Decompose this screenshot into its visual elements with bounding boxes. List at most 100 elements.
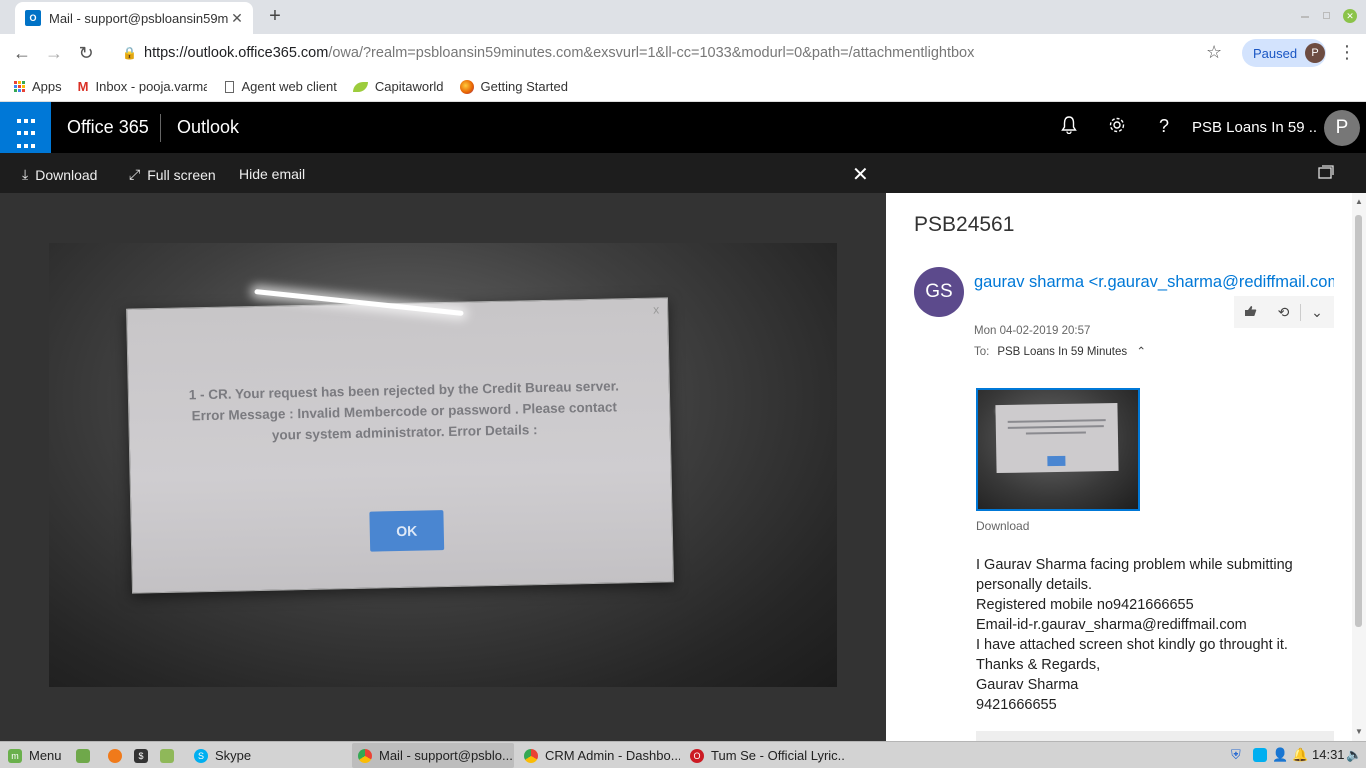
suite-title[interactable]: Office 365 [67, 117, 149, 138]
back-button[interactable]: ← [10, 42, 34, 64]
reload-button[interactable]: ↻ [74, 42, 98, 64]
like-icon[interactable] [1234, 304, 1267, 320]
taskbar-song[interactable]: O Tum Se - Official Lyric... [684, 743, 844, 768]
help-icon[interactable]: ? [1152, 116, 1176, 137]
app-launcher-icon[interactable] [0, 102, 51, 153]
files-launcher[interactable] [154, 743, 182, 768]
user-icon[interactable]: 👤 [1272, 747, 1288, 763]
email-recipients: To: PSB Loans In 59 Minutes ⌃ [974, 344, 1146, 358]
scroll-down-icon[interactable]: ▼ [1355, 727, 1363, 736]
collapse-recipients-icon[interactable]: ⌃ [1136, 346, 1146, 358]
tab-title: Mail - support@psbloansin59m [49, 10, 229, 26]
lock-icon: 🔒 [122, 46, 137, 60]
profile-avatar: P [1305, 43, 1326, 63]
dialog-ok-button: OK [369, 510, 445, 552]
app-title[interactable]: Outlook [177, 117, 239, 138]
bookmark-getting-started[interactable]: Getting Started [459, 79, 568, 94]
apps-grid-icon [14, 81, 25, 92]
reply-all-icon[interactable]: ⟲ [1267, 304, 1300, 321]
bookmark-capitaworld[interactable]: Capitaworld [352, 79, 444, 94]
firefox-icon [459, 79, 474, 94]
page-icon [225, 80, 235, 93]
scrollbar-thumb[interactable] [1355, 215, 1362, 627]
url-path: /owa/?realm=psbloansin59minutes.com&exsv… [328, 45, 975, 61]
download-label: Download [35, 166, 98, 183]
sender-name[interactable]: gaurav sharma <r.gaurav_sharma@rediffmai… [974, 273, 1334, 292]
outlook-favicon-icon: O [25, 10, 41, 26]
attachment-note-bar [976, 731, 1334, 741]
thumbnail-dialog [995, 402, 1119, 474]
office-365-header: Office 365 Outlook ? PSB Loans In 59 ...… [0, 102, 1366, 153]
start-menu-button[interactable]: m Menu [2, 743, 64, 768]
thumbnail-text-line [1007, 425, 1104, 429]
download-button[interactable]: ⤓ Download [22, 166, 97, 183]
attachment-download-link[interactable]: Download [976, 519, 1029, 533]
attachment-viewer: x 1 - CR. Your request has been rejected… [0, 193, 886, 741]
firefox-launcher[interactable] [102, 743, 128, 768]
desktop-icon [76, 748, 90, 763]
attachment-thumbnail[interactable] [976, 388, 1140, 511]
bookmark-apps[interactable]: Apps [14, 79, 62, 94]
hide-email-button[interactable]: Hide email [239, 166, 305, 182]
close-lightbox-icon[interactable]: ✕ [852, 162, 869, 187]
reading-pane: PSB24561 GS gaurav sharma <r.gaurav_shar… [886, 193, 1352, 741]
bookmark-label: Capitaworld [374, 79, 444, 94]
chrome-icon [524, 748, 538, 763]
email-date: Mon 04-02-2019 20:57 [974, 325, 1091, 337]
address-bar[interactable]: 🔒 https://outlook.office365.com/owa/?rea… [110, 38, 1240, 68]
taskbar-crm[interactable]: CRM Admin - Dashbo... [518, 743, 680, 768]
body-line: Email-id-r.gaurav_sharma@rediffmail.com [976, 617, 1247, 633]
minimize-window-button[interactable] [1298, 9, 1312, 23]
body-line: I have attached screen shot kindly go th… [976, 637, 1288, 653]
dialog-close-icon: x [653, 302, 660, 317]
thumbnail-text-line [1025, 431, 1086, 435]
browser-tab-strip: O Mail - support@psbloansin59m ✕ + ✕ [0, 0, 1366, 34]
body-line: Thanks & Regards, [976, 657, 1101, 673]
bookmark-label: Inbox - pooja.varma [95, 79, 208, 94]
show-desktop-button[interactable] [70, 743, 96, 768]
terminal-launcher[interactable]: $ [128, 743, 154, 768]
bookmark-star-icon[interactable]: ☆ [1206, 42, 1222, 63]
chevron-down-icon[interactable]: ⌄ [1300, 303, 1333, 321]
reading-pane-scrollbar[interactable]: ▲ ▼ [1352, 193, 1366, 741]
account-avatar[interactable]: P [1324, 110, 1360, 146]
dialog-error-message: 1 - CR. Your request has been rejected b… [169, 375, 640, 448]
bell-icon[interactable] [1057, 116, 1081, 139]
taskbar-label: Tum Se - Official Lyric... [711, 748, 844, 763]
skype-tray-icon[interactable] [1253, 748, 1267, 762]
terminal-icon: $ [134, 748, 148, 763]
maximize-window-button[interactable] [1320, 9, 1334, 23]
browser-menu-icon[interactable]: ⋮ [1338, 42, 1356, 63]
forward-button[interactable]: → [42, 42, 66, 64]
bookmark-inbox[interactable]: M Inbox - pooja.varma [78, 79, 208, 94]
volume-icon[interactable]: 🔈 [1346, 747, 1362, 763]
clock[interactable]: 14:31 [1312, 747, 1345, 762]
recipient[interactable]: PSB Loans In 59 Minutes [997, 346, 1127, 358]
close-tab-icon[interactable]: ✕ [229, 10, 245, 27]
taskbar-label: Mail - support@psblo... [379, 748, 513, 763]
profile-button[interactable]: Paused P [1242, 39, 1326, 67]
pop-out-icon[interactable] [1318, 165, 1334, 179]
close-window-button[interactable]: ✕ [1343, 9, 1357, 23]
sender-avatar[interactable]: GS [914, 267, 964, 317]
taskbar-mail[interactable]: Mail - support@psblo... [352, 743, 514, 768]
bell-tray-icon[interactable]: 🔔 [1292, 747, 1308, 763]
start-menu-label: Menu [29, 748, 62, 763]
attachment-photo: x 1 - CR. Your request has been rejected… [49, 243, 837, 687]
bookmark-agent-web-client[interactable]: Agent web client [225, 79, 337, 94]
account-name[interactable]: PSB Loans In 59 ... [1192, 119, 1316, 136]
message-actions: ⟲ ⌄ [1234, 296, 1334, 328]
photographed-error-dialog: x 1 - CR. Your request has been rejected… [126, 297, 674, 594]
full-screen-button[interactable]: ⤢ Full screen [129, 166, 216, 183]
email-body: I Gaurav Sharma facing problem while sub… [976, 555, 1321, 715]
taskbar-skype[interactable]: S Skype [188, 743, 348, 768]
to-label: To: [974, 346, 990, 358]
chrome-icon [358, 748, 372, 763]
gear-icon[interactable] [1105, 116, 1129, 139]
shield-icon[interactable]: ⛨ [1231, 747, 1241, 763]
new-tab-button[interactable]: + [264, 6, 286, 28]
scroll-up-icon[interactable]: ▲ [1355, 197, 1363, 206]
gmail-icon: M [77, 79, 89, 94]
browser-tab[interactable]: O Mail - support@psbloansin59m ✕ [15, 2, 253, 34]
firefox-icon [108, 748, 122, 763]
